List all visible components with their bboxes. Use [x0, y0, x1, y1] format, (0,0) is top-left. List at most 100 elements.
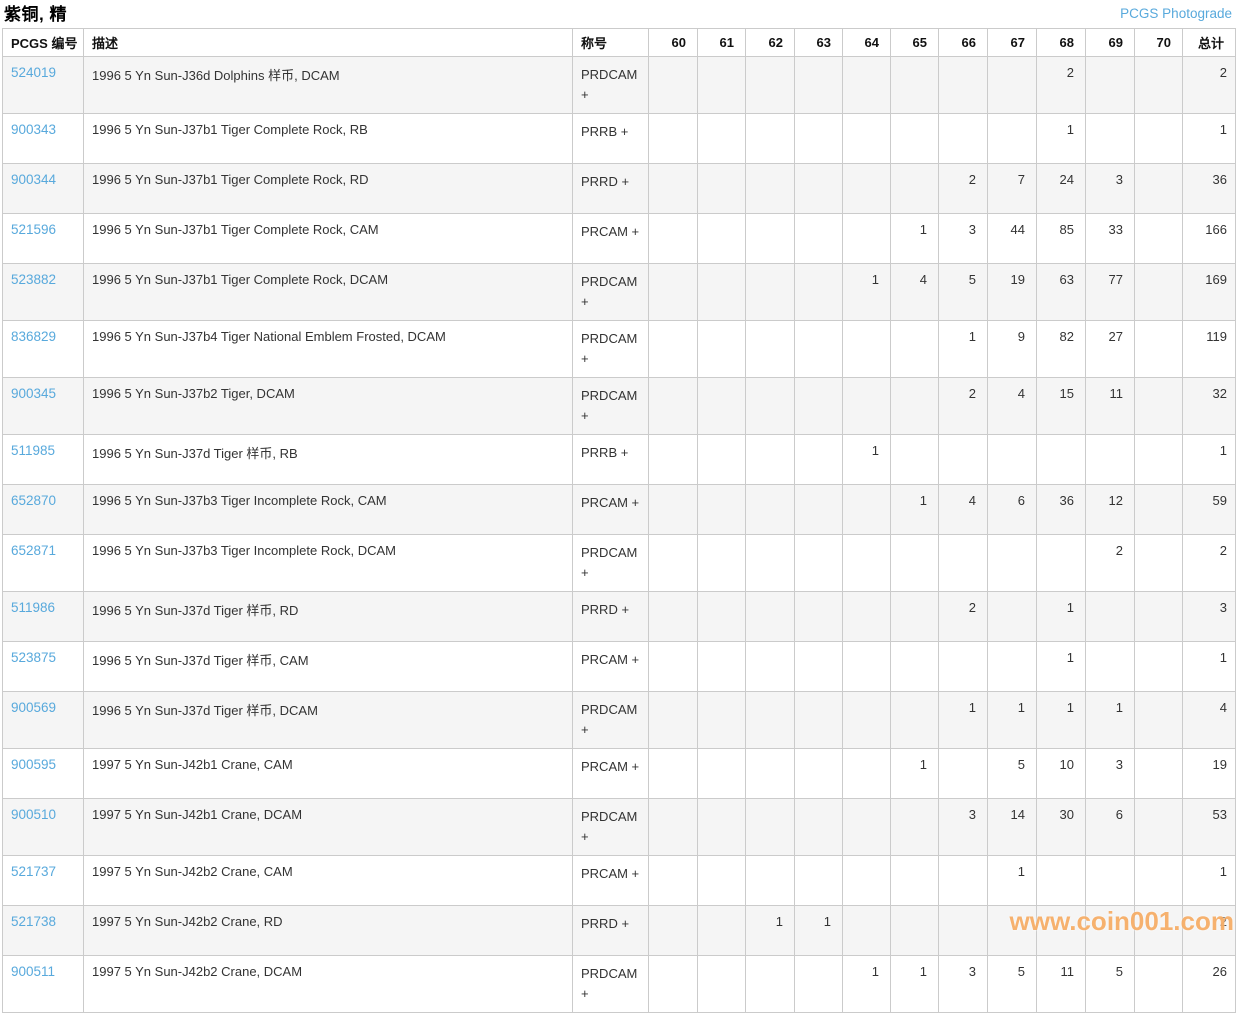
grade-count-66: 2	[939, 164, 988, 214]
pcgs-number-link[interactable]: 511986	[11, 600, 55, 615]
grade-count-70	[1135, 378, 1183, 435]
pcgs-number-link[interactable]: 836829	[11, 329, 56, 344]
pcgs-number-link[interactable]: 521596	[11, 222, 56, 237]
grade-count-62	[746, 435, 795, 485]
total-count: 2	[1183, 535, 1236, 592]
grade-count-65: 1	[891, 485, 939, 535]
grade-count-62	[746, 749, 795, 799]
grade-count-66	[939, 114, 988, 164]
total-count: 59	[1183, 485, 1236, 535]
grade-count-70	[1135, 799, 1183, 856]
designation: PRDCAM +	[573, 57, 649, 114]
table-row: 900343 1996 5 Yn Sun-J37b1 Tiger Complet…	[3, 114, 1236, 164]
col-header-60: 60	[649, 29, 698, 57]
pcgs-number-link[interactable]: 900344	[11, 172, 56, 187]
pcgs-number-link[interactable]: 900343	[11, 122, 56, 137]
grade-count-61	[698, 57, 746, 114]
pcgs-number-link[interactable]: 900595	[11, 757, 56, 772]
coin-description: 1996 5 Yn Sun-J37d Tiger 样币, RD	[84, 592, 573, 642]
grade-count-68	[1037, 856, 1086, 906]
grade-count-68: 30	[1037, 799, 1086, 856]
grade-count-66	[939, 57, 988, 114]
grade-count-61	[698, 592, 746, 642]
grade-count-65	[891, 57, 939, 114]
designation: PRCAM +	[573, 856, 649, 906]
col-header-66: 66	[939, 29, 988, 57]
grade-count-70	[1135, 906, 1183, 956]
grade-count-64	[843, 57, 891, 114]
grade-count-64	[843, 749, 891, 799]
grade-count-63	[795, 164, 843, 214]
grade-count-62	[746, 214, 795, 264]
grade-count-67: 4	[988, 378, 1037, 435]
table-row: 900344 1996 5 Yn Sun-J37b1 Tiger Complet…	[3, 164, 1236, 214]
grade-count-61	[698, 321, 746, 378]
grade-count-62	[746, 164, 795, 214]
grade-count-68: 1	[1037, 114, 1086, 164]
photograde-link[interactable]: PCGS Photograde	[1120, 5, 1232, 22]
total-count: 3	[1183, 592, 1236, 642]
grade-count-61	[698, 956, 746, 1013]
table-row: 524019 1996 5 Yn Sun-J36d Dolphins 样币, D…	[3, 57, 1236, 114]
pcgs-number-link[interactable]: 652871	[11, 543, 56, 558]
grade-count-69: 77	[1086, 264, 1135, 321]
grade-count-64	[843, 692, 891, 749]
grade-count-70	[1135, 856, 1183, 906]
col-header-designation: 称号	[573, 29, 649, 57]
grade-count-67: 7	[988, 164, 1037, 214]
grade-count-61	[698, 485, 746, 535]
total-count: 2	[1183, 906, 1236, 956]
table-row: 900345 1996 5 Yn Sun-J37b2 Tiger, DCAM P…	[3, 378, 1236, 435]
pcgs-number-link[interactable]: 652870	[11, 493, 56, 508]
grade-count-60	[649, 592, 698, 642]
grade-count-70	[1135, 264, 1183, 321]
pcgs-number-cell: 900595	[3, 749, 84, 799]
coin-description: 1996 5 Yn Sun-J37d Tiger 样币, RB	[84, 435, 573, 485]
grade-count-60	[649, 114, 698, 164]
pcgs-number-cell: 511985	[3, 435, 84, 485]
grade-count-63	[795, 692, 843, 749]
grade-count-68: 1	[1037, 692, 1086, 749]
grade-count-60	[649, 535, 698, 592]
grade-count-66	[939, 749, 988, 799]
pcgs-number-link[interactable]: 900345	[11, 386, 56, 401]
pcgs-number-link[interactable]: 521738	[11, 914, 56, 929]
pcgs-number-link[interactable]: 900511	[11, 964, 55, 979]
grade-count-61	[698, 906, 746, 956]
grade-count-70	[1135, 535, 1183, 592]
pcgs-number-link[interactable]: 521737	[11, 864, 56, 879]
pcgs-number-link[interactable]: 523875	[11, 650, 56, 665]
col-header-62: 62	[746, 29, 795, 57]
grade-count-63: 1	[795, 906, 843, 956]
grade-count-66: 1	[939, 692, 988, 749]
grade-count-67	[988, 642, 1037, 692]
grade-count-68: 10	[1037, 749, 1086, 799]
grade-count-65	[891, 856, 939, 906]
pcgs-number-link[interactable]: 523882	[11, 272, 56, 287]
grade-count-60	[649, 856, 698, 906]
col-header-64: 64	[843, 29, 891, 57]
grade-count-70	[1135, 692, 1183, 749]
grade-count-60	[649, 956, 698, 1013]
grade-count-70	[1135, 57, 1183, 114]
pcgs-number-link[interactable]: 900510	[11, 807, 56, 822]
grade-count-69	[1086, 592, 1135, 642]
grade-count-60	[649, 214, 698, 264]
grade-count-66	[939, 435, 988, 485]
grade-count-68: 1	[1037, 592, 1086, 642]
pcgs-number-link[interactable]: 511985	[11, 443, 55, 458]
coin-description: 1997 5 Yn Sun-J42b1 Crane, DCAM	[84, 799, 573, 856]
grade-count-64: 1	[843, 264, 891, 321]
pcgs-number-cell: 652870	[3, 485, 84, 535]
coin-description: 1996 5 Yn Sun-J37b2 Tiger, DCAM	[84, 378, 573, 435]
table-row: 900595 1997 5 Yn Sun-J42b1 Crane, CAM PR…	[3, 749, 1236, 799]
grade-count-60	[649, 57, 698, 114]
pcgs-number-link[interactable]: 900569	[11, 700, 56, 715]
pcgs-number-link[interactable]: 524019	[11, 65, 56, 80]
col-header-63: 63	[795, 29, 843, 57]
grade-count-68: 11	[1037, 956, 1086, 1013]
col-header-67: 67	[988, 29, 1037, 57]
grade-count-69	[1086, 856, 1135, 906]
grade-count-61	[698, 214, 746, 264]
designation: PRDCAM +	[573, 799, 649, 856]
